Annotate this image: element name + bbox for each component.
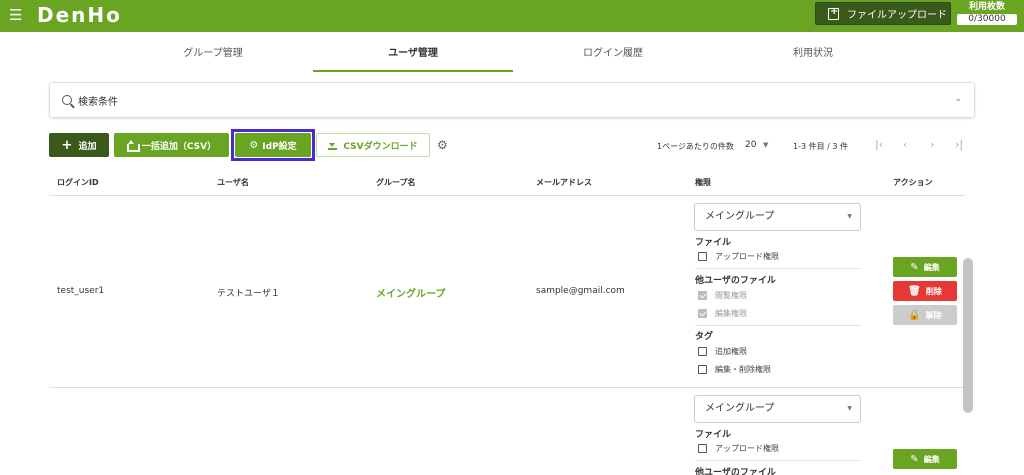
perm-tag-edit-label: 編集・削除権限 — [715, 365, 771, 374]
perm-file-heading: ファイル — [695, 430, 732, 440]
add-user-button[interactable]: + 追加 — [49, 133, 109, 157]
file-upload-label: ファイルアップロード — [847, 10, 947, 21]
row-user-name: テストユーザ１ — [217, 289, 280, 299]
pagination-range: 1-3 件目 / 3 件 — [793, 142, 849, 151]
perm-tag-add-label: 追加権限 — [715, 347, 747, 356]
group-select[interactable]: メイングループ ▼ — [694, 203, 861, 231]
perm-upload-checkbox[interactable]: アップロード権限 — [698, 251, 779, 262]
column-header-permissions: 権限 — [695, 178, 711, 187]
row-divider — [49, 387, 965, 388]
perm-upload-label: アップロード権限 — [715, 444, 779, 453]
column-header-user-name: ユーザ名 — [217, 178, 249, 187]
app-header: ☰ DenHo ファイルアップロード 利用枚数 0/30000 — [0, 0, 1024, 32]
column-header-actions: アクション — [893, 178, 933, 187]
tab-bar: グループ管理 ユーザ管理 ログイン履歴 利用状況 — [113, 38, 913, 72]
file-add-icon — [828, 6, 839, 20]
column-header-email: メールアドレス — [536, 178, 592, 187]
csv-download-button[interactable]: CSVダウンロード — [316, 133, 430, 157]
csv-download-label: CSVダウンロード — [343, 141, 418, 152]
bulk-add-label: 一括追加（CSV） — [141, 141, 217, 152]
caret-down-icon: ▼ — [847, 405, 852, 412]
perm-view-checkbox: 閲覧権限 — [698, 290, 747, 301]
plus-icon: + — [61, 137, 73, 153]
idp-settings-label: IdP設定 — [262, 141, 297, 152]
checkbox-icon — [698, 444, 707, 453]
last-page-icon[interactable]: ›| — [955, 138, 963, 152]
first-page-icon[interactable]: |‹ — [875, 138, 883, 152]
checkbox-checked-icon — [698, 291, 707, 300]
checkbox-checked-icon — [698, 309, 707, 318]
caret-down-icon[interactable]: ▼ — [763, 141, 768, 149]
perm-divider — [695, 460, 861, 461]
caret-down-icon: ▼ — [847, 213, 852, 220]
perm-divider — [695, 268, 861, 269]
search-icon — [62, 95, 72, 105]
perm-divider — [695, 325, 861, 326]
app-logo[interactable]: DenHo — [37, 2, 122, 28]
checkbox-icon — [698, 347, 707, 356]
chevron-down-icon[interactable]: ⌄ — [954, 94, 962, 104]
hamburger-icon[interactable]: ☰ — [9, 6, 22, 24]
idp-settings-button[interactable]: ⚙ IdP設定 — [235, 133, 311, 157]
download-icon — [328, 140, 338, 150]
per-page-label: 1ページあたりの件数 — [657, 142, 734, 151]
group-select-value: メイングループ — [705, 403, 775, 414]
add-user-label: 追加 — [78, 141, 97, 152]
pencil-icon: ✎ — [910, 261, 919, 273]
row-login-id: test_user1 — [57, 286, 105, 296]
perm-upload-label: アップロード権限 — [715, 252, 779, 261]
trash-icon: 🗑 — [908, 285, 921, 297]
column-header-group-name: グループ名 — [376, 178, 416, 187]
edit-button[interactable]: ✎ 編集 — [893, 257, 957, 277]
perm-other-heading: 他ユーザのファイル — [695, 276, 776, 286]
gear-icon[interactable]: ⚙ — [437, 138, 448, 152]
row-group-link[interactable]: メイングループ — [376, 285, 445, 300]
delete-button[interactable]: 🗑 削除 — [893, 281, 957, 301]
header-divider — [49, 195, 965, 196]
per-page-select[interactable]: 20 — [745, 140, 756, 150]
pencil-icon: ✎ — [910, 453, 919, 465]
usage-counter-value: 0/30000 — [957, 14, 1017, 25]
tab-group-management[interactable]: グループ管理 — [113, 38, 313, 72]
perm-edit-checkbox: 編集権限 — [698, 308, 747, 319]
checkbox-icon — [698, 365, 707, 374]
delete-label: 削除 — [925, 286, 942, 296]
tab-login-history[interactable]: ログイン履歴 — [513, 38, 713, 72]
unlock-button: 🔒 解除 — [893, 305, 957, 325]
perm-view-label: 閲覧権限 — [715, 291, 747, 300]
edit-button[interactable]: ✎ 編集 — [893, 449, 957, 469]
perm-upload-checkbox[interactable]: アップロード権限 — [698, 443, 779, 454]
usage-counter: 利用枚数 0/30000 — [957, 2, 1017, 25]
perm-other-heading: 他ユーザのファイル — [695, 468, 776, 475]
row-email: sample@gmail.com — [536, 286, 625, 296]
tab-usage-status[interactable]: 利用状況 — [713, 38, 913, 72]
upload-icon — [126, 140, 140, 152]
next-page-icon[interactable]: › — [930, 138, 934, 152]
file-upload-button[interactable]: ファイルアップロード — [815, 2, 951, 25]
gears-icon: ⚙ — [249, 139, 259, 151]
perm-tag-heading: タグ — [695, 332, 714, 342]
checkbox-icon — [698, 252, 707, 261]
usage-counter-label: 利用枚数 — [968, 2, 1005, 12]
perm-edit-label: 編集権限 — [715, 309, 747, 318]
vertical-scrollbar[interactable] — [963, 258, 973, 413]
tab-user-management[interactable]: ユーザ管理 — [313, 38, 513, 72]
prev-page-icon[interactable]: ‹ — [903, 138, 907, 152]
perm-file-heading: ファイル — [695, 238, 732, 248]
edit-label: 編集 — [923, 262, 940, 272]
group-select-value: メイングループ — [705, 211, 775, 222]
perm-tag-add-checkbox[interactable]: 追加権限 — [698, 346, 747, 357]
unlock-label: 解除 — [925, 310, 942, 320]
column-header-login-id: ログインID — [57, 178, 99, 187]
search-conditions-label: 検索条件 — [78, 96, 118, 108]
group-select[interactable]: メイングループ ▼ — [694, 395, 861, 423]
search-conditions-panel[interactable]: 検索条件 ⌄ — [49, 82, 975, 118]
edit-label: 編集 — [923, 454, 940, 464]
bulk-add-csv-button[interactable]: 一括追加（CSV） — [114, 133, 229, 157]
perm-tag-edit-checkbox[interactable]: 編集・削除権限 — [698, 364, 771, 375]
lock-icon: 🔒 — [908, 309, 921, 321]
